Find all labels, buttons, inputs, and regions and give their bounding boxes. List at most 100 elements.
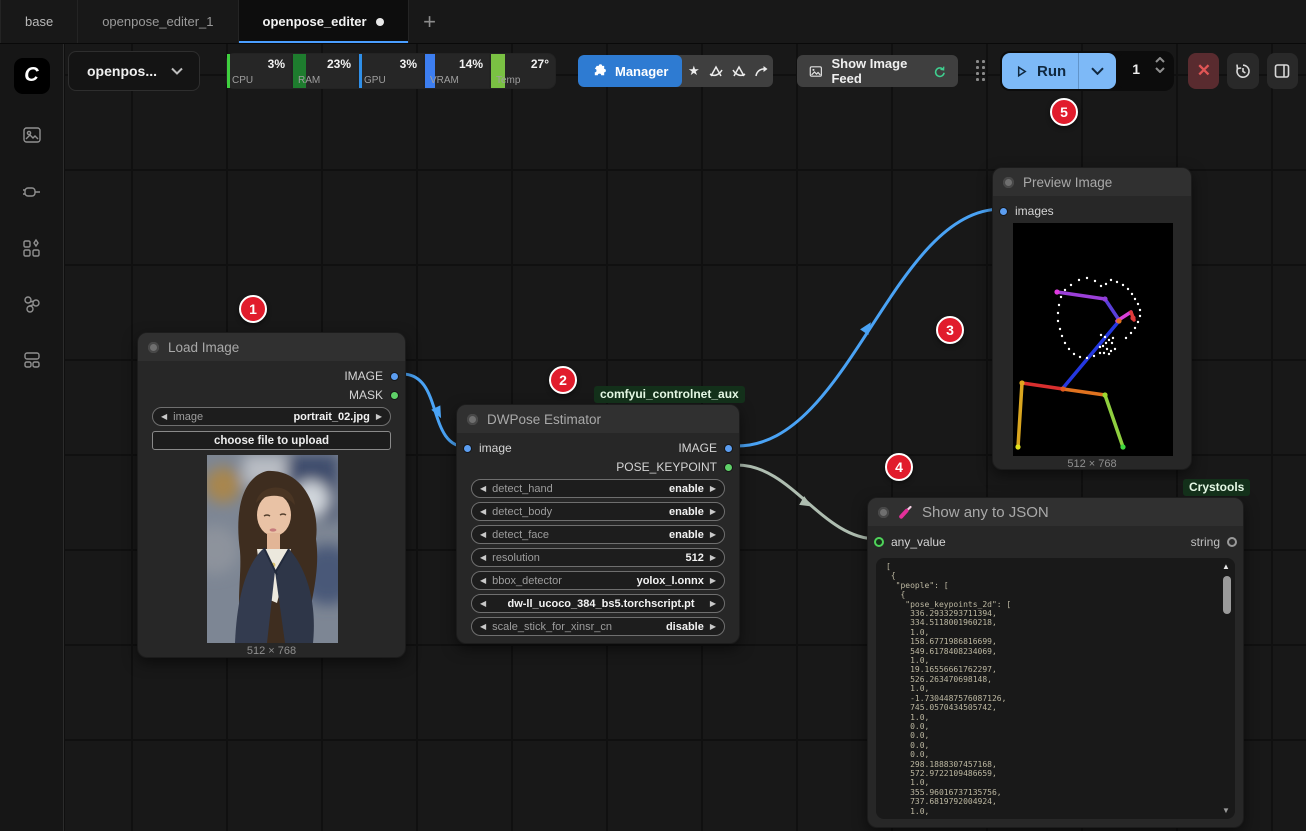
output-port-pose[interactable] (724, 463, 733, 472)
json-text: [ { "people": [ { "pose_keypoints_2d": [… (886, 562, 1217, 815)
next-arrow-icon[interactable]: ▶ (710, 599, 716, 608)
collapse-dot[interactable] (467, 414, 478, 425)
tab-base[interactable]: base (0, 0, 78, 43)
input-images: images (999, 203, 1054, 219)
combo-widget[interactable]: ◀ resolution 512 ▶ (471, 548, 725, 567)
input-port-images[interactable] (999, 207, 1008, 216)
image-combo-widget[interactable]: ◀ image portrait_02.jpg ▶ (152, 407, 391, 426)
manager-button[interactable]: Manager (578, 55, 682, 87)
collapse-dot[interactable] (1003, 177, 1014, 188)
run-options-caret[interactable] (1078, 53, 1116, 89)
combo-widget[interactable]: ◀ bbox_detector yolox_l.onnx ▶ (471, 571, 725, 590)
output-port-image[interactable] (390, 372, 399, 381)
next-arrow-icon[interactable]: ▶ (710, 484, 716, 493)
workflow-select[interactable]: openpos... (68, 51, 200, 91)
json-output-textarea[interactable]: [ { "people": [ { "pose_keypoints_2d": [… (876, 558, 1235, 819)
monitor: RAM 23% (293, 54, 357, 88)
node-pack-badge: comfyui_controlnet_aux (594, 386, 745, 403)
templates-icon[interactable] (14, 344, 50, 376)
image-size-caption: 512 × 768 (138, 645, 405, 657)
scroll-up-icon[interactable]: ▲ (1222, 562, 1230, 571)
node-title: Preview Image (1023, 175, 1112, 190)
prev-arrow-icon[interactable]: ◀ (480, 484, 486, 493)
combo-widget[interactable]: ◀ detect_hand enable ▶ (471, 479, 725, 498)
next-arrow-icon[interactable]: ▶ (710, 507, 716, 516)
comfyui-window: base openpose_editer_1 openpose_editer +… (0, 0, 1306, 831)
next-arrow-icon[interactable]: ▶ (376, 412, 382, 421)
node-show-any-to-json[interactable]: Show any to JSON any_value string [ { "p… (867, 497, 1244, 828)
system-monitors: CPU 3% RAM 23% GPU 3% VRAM (226, 53, 556, 89)
next-arrow-icon[interactable]: ▶ (710, 576, 716, 585)
scrollbar[interactable]: ▲ ▼ (1221, 560, 1233, 817)
monitor: GPU 3% (359, 54, 423, 88)
monitor: Temp 27° (491, 54, 555, 88)
star-icon[interactable]: ★ (682, 63, 705, 79)
combo-widget[interactable]: ◀ dw-ll_ucoco_384_bs5.torchscript.pt ▶ (471, 594, 725, 613)
collapse-dot[interactable] (148, 342, 159, 353)
node-title: Load Image (168, 340, 239, 355)
next-arrow-icon[interactable]: ▶ (710, 553, 716, 562)
prev-arrow-icon[interactable]: ◀ (480, 553, 486, 562)
run-button[interactable]: Run (1002, 53, 1116, 89)
panel-toggle-button[interactable] (1267, 53, 1298, 89)
combo-widget[interactable]: ◀ detect_body enable ▶ (471, 502, 725, 521)
output-port-mask[interactable] (390, 391, 399, 400)
usage-bar (359, 54, 362, 88)
output-string: string (1191, 534, 1237, 550)
clear-queue-button[interactable]: ✕ (1188, 53, 1219, 89)
node-plug-icon[interactable] (14, 176, 50, 208)
panel-right-icon (1273, 62, 1291, 80)
prev-arrow-icon[interactable]: ◀ (480, 507, 486, 516)
node-preview-image[interactable]: Preview Image images 512 × 768 (992, 167, 1192, 470)
next-arrow-icon[interactable]: ▶ (710, 622, 716, 631)
input-port-image[interactable] (463, 444, 472, 453)
output-port-image[interactable] (724, 444, 733, 453)
node-header[interactable]: DWPose Estimator (457, 405, 739, 433)
history-button[interactable] (1227, 53, 1258, 89)
prev-arrow-icon[interactable]: ◀ (161, 412, 167, 421)
play-icon (1014, 64, 1029, 79)
collapse-dot[interactable] (878, 507, 889, 518)
node-title: Show any to JSON (922, 504, 1049, 521)
model-library-icon[interactable] (14, 232, 50, 264)
unsaved-dot-icon (376, 18, 384, 26)
node-header[interactable]: Load Image (138, 333, 405, 361)
top-toolbar: openpos... CPU 3% RAM 23% GP (68, 50, 1298, 92)
close-icon: ✕ (1197, 61, 1211, 81)
puzzle-icon (592, 64, 607, 79)
tab-openpose-editer[interactable]: openpose_editer (239, 0, 409, 43)
output-image: IMAGE (344, 368, 399, 384)
comfyui-logo[interactable]: C (14, 58, 50, 94)
prev-arrow-icon[interactable]: ◀ (480, 576, 486, 585)
output-port-string[interactable] (1227, 537, 1237, 547)
new-tab-button[interactable]: + (409, 0, 451, 43)
batch-count-input[interactable]: 1 (1118, 53, 1172, 89)
combo-widget[interactable]: ◀ scale_stick_for_xinsr_cn disable ▶ (471, 617, 725, 636)
node-header[interactable]: Preview Image (993, 168, 1191, 196)
node-pack-badge: Crystools (1183, 479, 1250, 496)
upload-button[interactable]: choose file to upload (152, 431, 391, 450)
tab-openpose-editer-1[interactable]: openpose_editer_1 (78, 0, 238, 43)
update-all-icon[interactable] (728, 64, 751, 79)
step-down-icon[interactable] (1155, 67, 1165, 73)
toolbar-drag-handle[interactable] (976, 60, 986, 82)
scroll-down-icon[interactable]: ▼ (1222, 806, 1230, 815)
prev-arrow-icon[interactable]: ◀ (480, 599, 486, 608)
node-header[interactable]: Show any to JSON (868, 498, 1243, 526)
prev-arrow-icon[interactable]: ◀ (480, 530, 486, 539)
node-load-image[interactable]: Load Image IMAGE MASK ◀ image portrait_0… (137, 332, 406, 658)
next-arrow-icon[interactable]: ▶ (710, 530, 716, 539)
show-image-feed-button[interactable]: Show Image Feed (797, 55, 958, 87)
share-icon[interactable] (750, 64, 773, 78)
refresh-icon (933, 64, 946, 79)
prev-arrow-icon[interactable]: ◀ (480, 622, 486, 631)
combo-widget[interactable]: ◀ detect_face enable ▶ (471, 525, 725, 544)
scroll-thumb[interactable] (1223, 576, 1231, 614)
update-check-icon[interactable] (705, 64, 728, 79)
image-size-caption: 512 × 768 (993, 458, 1191, 470)
step-up-icon[interactable] (1155, 57, 1165, 63)
queue-icon[interactable] (14, 120, 50, 152)
node-dwpose-estimator[interactable]: DWPose Estimator image IMAGE POSE_KEYPOI… (456, 404, 740, 644)
workflows-icon[interactable] (14, 288, 50, 320)
input-port-any-value[interactable] (874, 537, 884, 547)
